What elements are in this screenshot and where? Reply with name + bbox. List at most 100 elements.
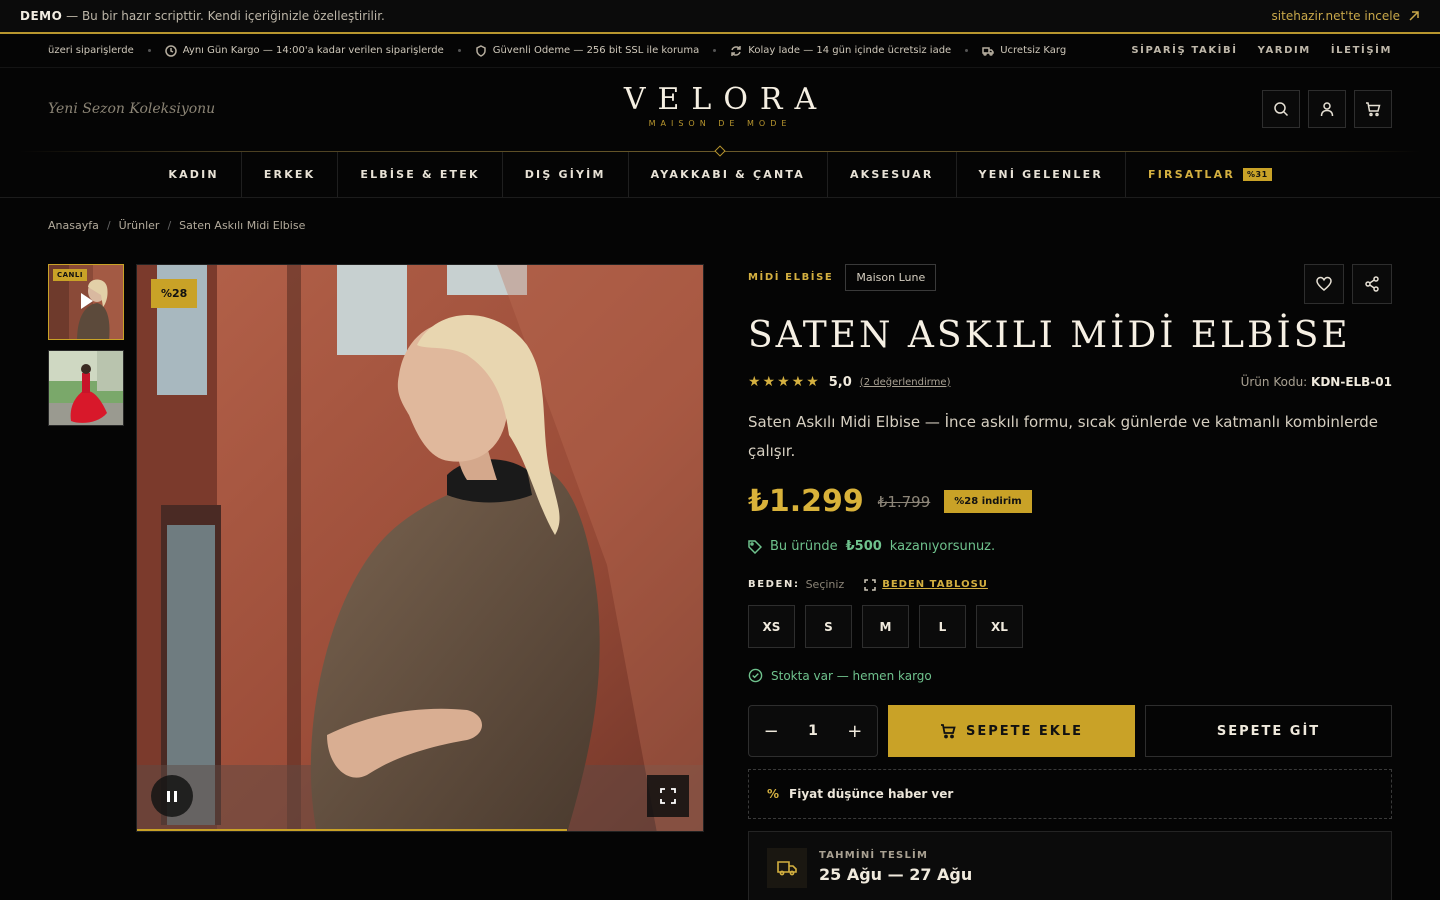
demo-link[interactable]: sitehazir.net'te incele: [1272, 9, 1420, 23]
header-tagline: Yeni Sezon Koleksiyonu: [48, 101, 216, 117]
header-actions: [1262, 90, 1392, 128]
price-alert-button[interactable]: % Fiyat düşünce haber ver: [748, 769, 1392, 819]
ruler-icon: [864, 578, 876, 591]
nav-item-dis-giyim[interactable]: DIŞ GİYİM: [503, 152, 629, 197]
main-navigation: KADIN ERKEK ELBİSE & ETEK DIŞ GİYİM AYAK…: [0, 152, 1440, 198]
sku-value: KDN-ELB-01: [1311, 375, 1392, 389]
separator-dot: [965, 49, 969, 52]
stock-status: Stokta var — hemen kargo: [748, 668, 1392, 683]
size-option-l[interactable]: L: [919, 605, 966, 648]
breadcrumb-home[interactable]: Anasayfa: [48, 219, 99, 232]
announce-text: Güvenli Ödeme — 256 bit SSL ile koruma: [492, 45, 700, 56]
announcement-ticker: üzeri siparişlerde Aynı Gün Kargo — 14:0…: [48, 44, 1131, 57]
fullscreen-button[interactable]: [647, 775, 689, 817]
video-progress-bar[interactable]: [137, 829, 568, 831]
announce-item-4: Kolay İade — 14 gün içinde ücretsiz iade: [730, 45, 951, 57]
size-chart-link[interactable]: BEDEN TABLOSU: [864, 578, 988, 591]
add-to-cart-label[interactable]: SEPETE EKLE: [966, 724, 1083, 739]
nav-item-firsatlar[interactable]: FIRSATLAR %31: [1126, 152, 1294, 197]
pause-icon: [167, 790, 170, 802]
nav-item-elbise-etek[interactable]: ELBİSE & ETEK: [338, 152, 503, 197]
nav-item-aksesuar[interactable]: AKSESUAR: [828, 152, 957, 197]
order-tracking-link[interactable]: SİPARİŞ TAKİBİ: [1131, 45, 1237, 56]
separator-dot: [713, 49, 717, 52]
truck-icon: [777, 861, 797, 876]
pause-icon: [174, 790, 177, 802]
rating-row: ★★★★★ 5,0 (2 değerlendirme) Ürün Kodu: K…: [748, 374, 1392, 390]
nav-item-yeni-gelenler[interactable]: YENİ GELENLER: [957, 152, 1127, 197]
gallery-thumbnails: CANLI: [48, 264, 124, 436]
announce-text: Kolay İade — 14 gün içinde ücretsiz iade: [748, 45, 952, 56]
announce-item-5: Ücretsiz Karg: [982, 45, 1066, 57]
pause-button[interactable]: [151, 775, 193, 817]
old-price: ₺1.799: [877, 492, 931, 511]
heart-icon: [1316, 276, 1332, 291]
size-hint: Seçiniz: [805, 578, 845, 591]
cart-button[interactable]: [1354, 90, 1392, 128]
product-description: Saten Askılı Midi Elbise — İnce askılı f…: [748, 413, 1378, 460]
product-info: MİDİ ELBİSE Maison Lune SATEN ASKILI MİD…: [748, 264, 1392, 900]
quantity-decrease-button[interactable]: −: [764, 721, 779, 742]
reviews-link[interactable]: (2 değerlendirme): [860, 377, 951, 388]
delivery-label: TAHMİNİ TESLİM: [819, 850, 929, 861]
share-button[interactable]: [1352, 264, 1392, 304]
product-photo: [137, 265, 703, 831]
site-header: Yeni Sezon Koleksiyonu VELORA MAISON DE …: [0, 68, 1440, 150]
loyalty-points: Bu üründe ₺500 kazanıyorsunuz.: [748, 539, 1392, 554]
logo-subtitle: MAISON DE MODE: [648, 119, 792, 128]
search-button[interactable]: [1262, 90, 1300, 128]
live-badge: CANLI: [53, 269, 87, 281]
quantity-value[interactable]: 1: [808, 723, 818, 739]
size-option-xs[interactable]: XS: [748, 605, 795, 648]
quantity-increase-button[interactable]: +: [847, 721, 862, 742]
add-to-cart-button[interactable]: SEPETE EKLE: [888, 705, 1135, 757]
product-brand[interactable]: Maison Lune: [845, 264, 937, 291]
nav-item-ayakkabi-canta[interactable]: AYAKKABI & ÇANTA: [629, 152, 828, 197]
help-link[interactable]: YARDIM: [1258, 45, 1311, 56]
logo-name[interactable]: VELORA: [612, 82, 828, 117]
announce-item-2: Aynı Gün Kargo — 14:00'a kadar verilen s…: [165, 44, 444, 57]
size-option-s[interactable]: S: [805, 605, 852, 648]
cart-row: − 1 + SEPETE EKLE SEPETE GİT: [748, 705, 1392, 757]
deals-label[interactable]: FIRSATLAR: [1148, 168, 1235, 181]
size-option-m[interactable]: M: [862, 605, 909, 648]
points-text-end: kazanıyorsunuz.: [889, 539, 996, 554]
breadcrumb: Anasayfa / Ürünler / Saten Askılı Midi E…: [48, 219, 305, 232]
points-value: ₺500: [845, 539, 882, 554]
wishlist-button[interactable]: [1304, 264, 1344, 304]
percent-icon: %: [767, 787, 780, 801]
site-logo[interactable]: VELORA MAISON DE MODE: [612, 82, 828, 128]
size-chart-label[interactable]: BEDEN TABLOSU: [882, 579, 988, 590]
main-product-video[interactable]: %28: [136, 264, 704, 832]
product-category[interactable]: MİDİ ELBİSE: [748, 272, 833, 283]
demo-description: — Bu bir hazır scripttir. Kendi içeriğin…: [62, 9, 385, 23]
announce-text: üzeri siparişlerde: [48, 45, 134, 56]
nav-item-erkek[interactable]: ERKEK: [242, 152, 339, 197]
category-row: MİDİ ELBİSE Maison Lune: [748, 264, 1392, 291]
price-alert-label[interactable]: Fiyat düşünce haber ver: [789, 787, 953, 801]
breadcrumb-current: Saten Askılı Midi Elbise: [179, 219, 306, 232]
user-icon: [1320, 102, 1334, 117]
announcement-bar: üzeri siparişlerde Aynı Gün Kargo — 14:0…: [0, 34, 1440, 68]
shield-icon: [475, 44, 486, 57]
thumbnail-photo[interactable]: [48, 350, 124, 426]
size-option-xl[interactable]: XL: [976, 605, 1023, 648]
truck-icon: [982, 46, 994, 56]
nav-item-kadin[interactable]: KADIN: [146, 152, 242, 197]
separator-dot: [457, 49, 461, 52]
discount-tag: %28 indirim: [944, 490, 1032, 513]
account-button[interactable]: [1308, 90, 1346, 128]
thumbnail-photo-image: [49, 351, 123, 425]
demo-link-label[interactable]: sitehazir.net'te incele: [1272, 9, 1400, 23]
tag-icon: [748, 539, 762, 554]
size-options: XS S M L XL: [748, 605, 1392, 648]
size-selector-header: BEDEN: Seçiniz BEDEN TABLOSU: [748, 578, 1392, 591]
contact-link[interactable]: İLETİŞİM: [1331, 45, 1392, 56]
thumbnail-video[interactable]: CANLI: [48, 264, 124, 340]
play-icon: [81, 293, 93, 309]
go-to-cart-button[interactable]: SEPETE GİT: [1145, 705, 1392, 757]
breadcrumb-separator: /: [106, 219, 111, 232]
size-label: BEDEN:: [748, 579, 800, 590]
breadcrumb-products[interactable]: Ürünler: [119, 219, 160, 232]
price-row: ₺1.299 ₺1.799 %28 indirim: [748, 484, 1392, 519]
